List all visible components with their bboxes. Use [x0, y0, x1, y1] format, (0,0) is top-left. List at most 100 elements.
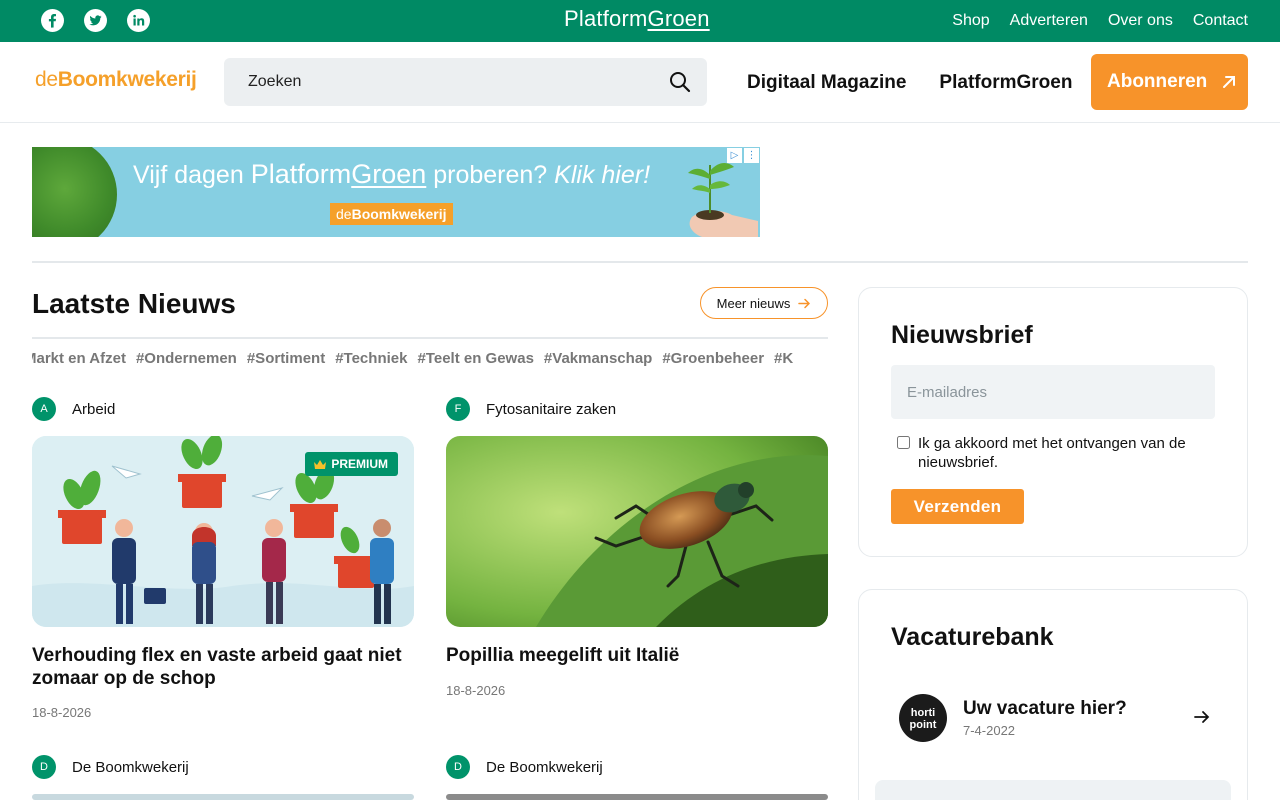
plant-in-hand-image	[688, 163, 758, 237]
vacancy-date: 7-4-2022	[963, 723, 1016, 738]
send-button[interactable]: Verzenden	[891, 489, 1024, 524]
news-card[interactable]: A Arbeid PREMIUM Verhouding flex en vast…	[32, 397, 414, 727]
banner-cta: Klik hier!	[554, 161, 651, 189]
card-image-people-plants[interactable]: PREMIUM	[32, 436, 414, 627]
article-headline[interactable]: Verhouding flex en vaste arbeid gaat nie…	[32, 644, 414, 690]
banner-headline: Vijf dagen PlatformGroen proberen? Klik …	[133, 159, 650, 190]
category-name: De Boomkwekerij	[72, 758, 189, 776]
vacancy-item[interactable]: horti point Uw vacature hier? 7-4-2022	[899, 694, 1211, 742]
top-nav-over-ons[interactable]: Over ons	[1108, 12, 1173, 30]
top-nav-contact[interactable]: Contact	[1193, 12, 1248, 30]
news-card[interactable]: D De Boomkwekerij	[32, 755, 414, 800]
adchoices-icon[interactable]: ▷	[727, 148, 742, 163]
brand-groen: Groen	[647, 6, 710, 31]
category-initial: F	[446, 397, 470, 421]
article-headline[interactable]: Popillia meegelift uit Italië	[446, 644, 828, 667]
hortipoint-logo: horti point	[899, 694, 947, 742]
card-category[interactable]: F Fytosanitaire zaken	[446, 397, 616, 421]
banner-text-after: proberen?	[426, 161, 555, 189]
arrow-right-icon[interactable]	[1193, 708, 1211, 726]
top-bar: PlatformGroen Shop Adverteren Over ons C…	[0, 0, 1280, 42]
logo-prefix: de	[35, 68, 58, 91]
beetle-photo	[446, 436, 828, 627]
tag-item[interactable]: Markt en Afzet	[32, 350, 126, 367]
category-name: De Boomkwekerij	[486, 758, 603, 776]
newsletter-title: Nieuwsbrief	[891, 321, 1033, 349]
chip-main: Boomkwekerij	[351, 206, 447, 222]
nav-platformgroen[interactable]: PlatformGroen	[939, 72, 1072, 94]
card-category[interactable]: D De Boomkwekerij	[32, 755, 189, 779]
platformgroen-brand[interactable]: PlatformGroen	[564, 6, 710, 32]
top-nav-shop[interactable]: Shop	[952, 12, 989, 30]
card-image-beetle[interactable]	[446, 436, 828, 627]
vacancy-item-next[interactable]	[875, 780, 1231, 800]
subscribe-label: Abonneren	[1107, 71, 1208, 92]
category-name: Arbeid	[72, 400, 116, 418]
main-nav: Digitaal Magazine PlatformGroen	[747, 72, 1072, 94]
newsletter-panel: Nieuwsbrief Ik ga akkoord met het ontvan…	[858, 287, 1248, 557]
more-news-button[interactable]: Meer nieuws	[700, 287, 828, 319]
search-icon[interactable]	[669, 71, 691, 93]
news-card[interactable]: D De Boomkwekerij	[446, 755, 828, 800]
article-date: 18-8-2026	[32, 705, 92, 720]
banner-brand: PlatformGroen	[251, 159, 427, 189]
banner-brand-groen: Groen	[351, 159, 427, 189]
ad-options-icon[interactable]: ⋮	[744, 148, 759, 163]
ad-info[interactable]: ▷ ⋮	[727, 148, 759, 163]
category-name: Fytosanitaire zaken	[486, 400, 617, 418]
top-nav-adverteren[interactable]: Adverteren	[1010, 12, 1088, 30]
card-image[interactable]	[32, 794, 414, 800]
category-initial: A	[32, 397, 56, 421]
card-image[interactable]	[446, 794, 828, 800]
news-card[interactable]: F Fytosanitaire zaken Popillia meegelift…	[446, 397, 828, 707]
premium-label: PREMIUM	[331, 457, 388, 471]
banner-logo-chip: de Boomkwekerij	[330, 203, 453, 225]
banner-brand-platform: Platform	[250, 159, 352, 189]
logo-line-2: point	[909, 719, 937, 731]
vacancy-title: Uw vacature hier?	[963, 698, 1127, 719]
tag-scroller: Markt en Afzet #Ondernemen #Sortiment #T…	[32, 350, 828, 372]
tag-item[interactable]: #Vakmanschap	[544, 350, 652, 367]
consent-label: Ik ga akkoord met het ontvangen van de n…	[918, 435, 1186, 471]
tag-item[interactable]: #Ondernemen	[136, 350, 237, 367]
latest-news-title: Laatste Nieuws	[32, 288, 236, 319]
logo-line-1: horti	[910, 707, 936, 719]
more-news-label: Meer nieuws	[716, 295, 791, 311]
ad-banner[interactable]: Vijf dagen PlatformGroen proberen? Klik …	[32, 147, 760, 237]
tree-image	[32, 147, 117, 237]
social-links	[41, 9, 150, 32]
category-initial: D	[446, 755, 470, 779]
tag-item[interactable]: #K	[774, 350, 793, 367]
facebook-icon[interactable]	[41, 9, 64, 32]
banner-text-before: Vijf dagen	[133, 161, 251, 189]
category-initial: D	[32, 755, 56, 779]
chip-prefix: de	[336, 206, 352, 222]
top-nav: Shop Adverteren Over ons Contact	[952, 12, 1248, 30]
premium-badge: PREMIUM	[305, 452, 398, 476]
logo-main: Boomkwekerij	[57, 68, 197, 91]
site-logo[interactable]: deBoomkwekerij	[35, 68, 197, 92]
external-arrow-icon	[1223, 76, 1236, 88]
vacatures-panel: Vacaturebank horti point Uw vacature hier…	[858, 589, 1248, 800]
card-category[interactable]: A Arbeid	[32, 397, 115, 421]
tags-divider	[32, 337, 828, 339]
tag-item[interactable]: #Groenbeheer	[662, 350, 764, 367]
article-date: 18-8-2026	[446, 683, 506, 698]
linkedin-icon[interactable]	[127, 9, 150, 32]
email-field[interactable]	[891, 365, 1215, 419]
brand-platform: Platform	[564, 6, 648, 31]
search-input[interactable]	[224, 58, 664, 106]
search-bar	[224, 58, 707, 106]
card-category[interactable]: D De Boomkwekerij	[446, 755, 603, 779]
nav-digitaal-magazine[interactable]: Digitaal Magazine	[747, 72, 906, 94]
tag-item[interactable]: #Teelt en Gewas	[417, 350, 533, 367]
crown-icon	[314, 459, 327, 469]
tag-item[interactable]: #Techniek	[335, 350, 407, 367]
vacatures-title: Vacaturebank	[891, 623, 1054, 651]
tag-item[interactable]: #Sortiment	[247, 350, 325, 367]
site-header: deBoomkwekerij Digitaal Magazine Platfor…	[0, 42, 1280, 123]
subscribe-button[interactable]: Abonneren	[1091, 54, 1248, 110]
consent-checkbox-row[interactable]: Ik ga akkoord met het ontvangen van de n…	[897, 434, 1217, 472]
twitter-icon[interactable]	[84, 9, 107, 32]
consent-checkbox[interactable]	[897, 436, 910, 449]
